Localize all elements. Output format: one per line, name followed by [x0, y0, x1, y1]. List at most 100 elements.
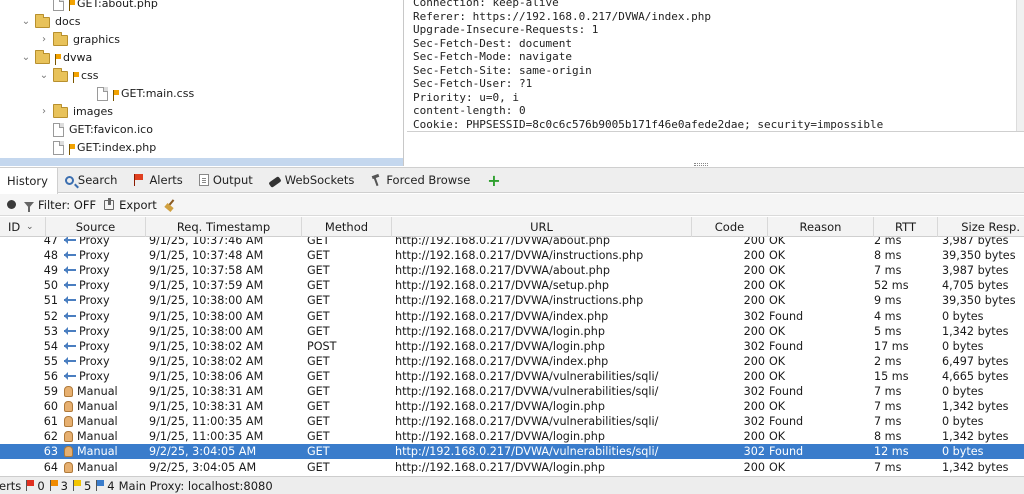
proxy-arrow-icon — [64, 341, 76, 350]
bottom-tab-strip: History Search Alerts Output WebSockets … — [0, 167, 1024, 194]
expand-chevron-icon[interactable]: ⌄ — [20, 49, 32, 67]
tree-node[interactable]: ⌄ docs — [20, 13, 81, 31]
tree-node[interactable]: GET:about.php — [38, 0, 158, 13]
table-row[interactable]: 48 Proxy 9/1/25, 10:37:48 AM GET http://192.… — [0, 248, 1024, 263]
tree-node[interactable]: › images — [38, 103, 113, 121]
table-row[interactable]: 52 Proxy 9/1/25, 10:38:00 AM GET http://192.… — [0, 309, 1024, 324]
cell-source: Manual — [64, 414, 146, 429]
table-row[interactable]: 51 Proxy 9/1/25, 10:38:00 AM GET http://192.… — [0, 293, 1024, 308]
cell-size: 39,350 bytes — [942, 294, 1016, 308]
hand-icon — [64, 401, 73, 413]
tree-node[interactable]: › graphics — [38, 31, 120, 49]
cell-url: http://192.168.0.217/DVWA/about.php — [395, 264, 610, 278]
cell-code: 302 — [743, 309, 765, 323]
cell-size: 1,342 bytes — [942, 460, 1009, 474]
cell-time: 9/2/25, 3:04:05 AM — [149, 460, 257, 474]
cell-size: 0 bytes — [942, 445, 984, 459]
file-icon — [53, 123, 64, 137]
cell-method: GET — [307, 400, 330, 414]
proxy-arrow-icon — [64, 356, 76, 365]
filter-funnel-icon[interactable] — [24, 201, 34, 212]
table-row[interactable]: 62 Manual 9/1/25, 11:00:35 AM GET http://192… — [0, 429, 1024, 444]
top-split-pane: GET:about.php ⌄ docs › graphics ⌄ dvwa ⌄ css GET:… — [0, 0, 1024, 166]
expand-chevron-icon[interactable]: ⌄ — [38, 67, 50, 85]
cell-id: 62 — [43, 430, 58, 444]
history-table[interactable]: 47 Proxy 9/1/25, 10:37:46 AM GET http://192.… — [0, 237, 1024, 476]
cell-code: 200 — [743, 279, 765, 293]
clear-broom-icon[interactable] — [165, 199, 177, 211]
table-row[interactable]: 59 Manual 9/1/25, 10:38:31 AM GET http://192… — [0, 384, 1024, 399]
source-label: Proxy — [79, 294, 110, 308]
scope-toggle-icon[interactable] — [7, 200, 16, 209]
cell-method: GET — [307, 294, 330, 308]
column-header-rtt[interactable]: RTT — [874, 217, 938, 237]
column-header-timestamp[interactable]: Req. Timestamp — [146, 217, 302, 237]
table-row[interactable]: 60 Manual 9/1/25, 10:38:31 AM GET http://192… — [0, 399, 1024, 414]
column-header-size[interactable]: Size Resp. — [938, 217, 1024, 237]
tree-selected-row[interactable] — [0, 158, 403, 166]
tab-output[interactable]: Output — [192, 168, 262, 192]
proxy-arrow-icon — [64, 296, 76, 305]
collapse-chevron-icon[interactable]: › — [38, 31, 50, 49]
tree-node[interactable]: ⌄ css — [38, 67, 99, 85]
cell-url: http://192.168.0.217/DVWA/vulnerabilitie… — [395, 369, 659, 383]
column-header-code[interactable]: Code — [692, 217, 768, 237]
tree-node-label: GET:index.php — [77, 141, 157, 154]
tab-forced-browse[interactable]: Forced Browse — [363, 168, 479, 192]
cell-size: 0 bytes — [942, 415, 984, 429]
cell-rtt: 52 ms — [874, 279, 909, 293]
tab-history[interactable]: History — [0, 168, 58, 194]
column-header-method[interactable]: Method — [302, 217, 392, 237]
table-row[interactable]: 54 Proxy 9/1/25, 10:38:02 AM POST http://192… — [0, 339, 1024, 354]
cell-reason: OK — [769, 249, 786, 263]
add-tab-plus-icon[interactable]: + — [479, 168, 508, 192]
tree-node[interactable]: GET:main.css — [82, 85, 194, 103]
table-row[interactable]: 49 Proxy 9/1/25, 10:37:58 AM GET http://192.… — [0, 263, 1024, 278]
table-row[interactable]: 47 Proxy 9/1/25, 10:37:46 AM GET http://192.… — [0, 237, 1024, 248]
cell-time: 9/1/25, 10:38:00 AM — [149, 309, 264, 323]
tree-node[interactable]: GET:index.php — [38, 139, 156, 157]
expand-chevron-icon[interactable]: ⌄ — [20, 13, 32, 31]
table-row[interactable]: 63 Manual 9/2/25, 3:04:05 AM GET http://192.… — [0, 444, 1024, 460]
header-body-divider[interactable] — [407, 131, 1024, 132]
table-row[interactable]: 50 Proxy 9/1/25, 10:37:59 AM GET http://192.… — [0, 278, 1024, 293]
cell-id: 64 — [43, 460, 58, 474]
low-alert-flag-icon — [72, 480, 82, 491]
tab-alerts[interactable]: Alerts — [126, 168, 191, 192]
cell-source: Proxy — [64, 248, 146, 263]
cell-id: 59 — [43, 385, 58, 398]
table-row[interactable]: 55 Proxy 9/1/25, 10:38:02 AM GET http://192.… — [0, 354, 1024, 369]
filter-button[interactable]: Filter: OFF — [38, 198, 96, 212]
cell-time: 9/1/25, 10:37:58 AM — [149, 264, 264, 278]
tab-search[interactable]: Search — [58, 168, 127, 192]
table-row[interactable]: 61 Manual 9/1/25, 11:00:35 AM GET http://192… — [0, 414, 1024, 429]
cell-reason: OK — [769, 264, 786, 278]
table-row[interactable]: 56 Proxy 9/1/25, 10:38:06 AM GET http://192.… — [0, 369, 1024, 384]
request-header-view[interactable]: Connection: keep-alive Referer: https://1… — [407, 0, 1024, 166]
source-label: Proxy — [79, 249, 110, 263]
cell-size: 0 bytes — [942, 339, 984, 353]
table-row[interactable]: 53 Proxy 9/1/25, 10:38:00 AM GET http://192.… — [0, 324, 1024, 339]
collapse-chevron-icon[interactable]: › — [38, 103, 50, 121]
column-header-url[interactable]: URL — [392, 217, 692, 237]
sites-tree[interactable]: GET:about.php ⌄ docs › graphics ⌄ dvwa ⌄ css GET:… — [0, 0, 404, 166]
header-scrollbar[interactable] — [1016, 0, 1024, 131]
tab-websockets[interactable]: WebSockets — [262, 168, 364, 192]
export-button[interactable]: Export — [119, 198, 157, 212]
tree-node[interactable]: ⌄ dvwa — [20, 49, 92, 67]
alert-flag-icon — [73, 71, 79, 83]
tree-node[interactable]: GET:favicon.ico — [38, 121, 153, 139]
cell-code: 302 — [743, 445, 765, 459]
column-header-id[interactable]: ID ⌄ — [0, 217, 46, 237]
column-header-source[interactable]: Source — [46, 217, 146, 237]
cell-rtt: 7 ms — [874, 415, 902, 429]
export-icon[interactable] — [104, 197, 115, 210]
split-grip-handle[interactable] — [694, 163, 708, 166]
source-label: Manual — [77, 415, 118, 429]
column-header-reason[interactable]: Reason — [768, 217, 874, 237]
cell-reason: OK — [769, 400, 786, 414]
cell-id: 50 — [43, 279, 58, 293]
table-row[interactable]: 64 Manual 9/2/25, 3:04:05 AM GET http://192.… — [0, 460, 1024, 475]
header-line: Priority: u=0, i — [413, 90, 519, 104]
cell-size: 3,987 bytes — [942, 264, 1009, 278]
